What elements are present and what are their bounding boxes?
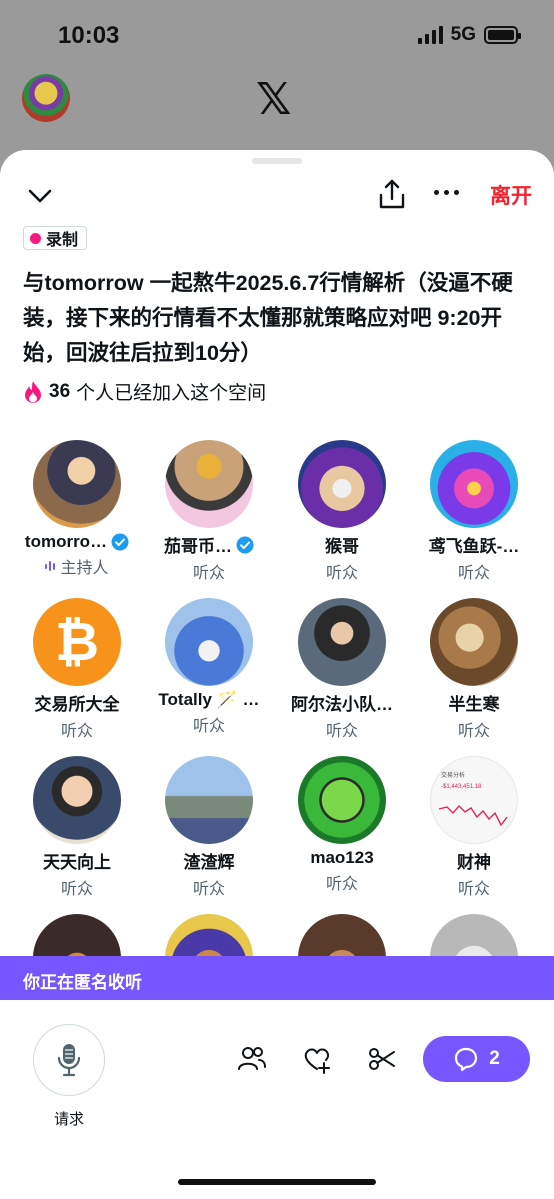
fire-icon xyxy=(25,380,41,403)
avatar xyxy=(33,756,121,844)
stock-chart-thumbnail: 交易分析 -$1,443,451.18 xyxy=(438,771,508,827)
avatar xyxy=(165,440,253,528)
status-time: 10:03 xyxy=(58,22,120,49)
status-bar: 10:03 5G xyxy=(0,0,554,70)
avatar: 交易分析 -$1,443,451.18 xyxy=(430,756,518,844)
participant-role: 听众 xyxy=(192,565,225,582)
participant-name: tomorro… xyxy=(24,532,108,551)
participant-role: 听众 xyxy=(325,565,358,582)
share-icon[interactable] xyxy=(378,178,406,210)
participant-name: 鸢飞鱼跃-… xyxy=(428,537,520,556)
joined-count: 36 xyxy=(49,380,71,402)
comments-button[interactable]: 2 xyxy=(423,1036,530,1082)
avatar xyxy=(298,440,386,528)
participant-role: 听众 xyxy=(457,723,490,740)
avatar xyxy=(430,440,518,528)
chevron-down-icon[interactable] xyxy=(26,182,54,210)
bitcoin-icon: ₿ xyxy=(55,612,99,672)
thumb-title: 交易分析 xyxy=(441,771,465,779)
participant-houge[interactable]: 猴哥 听众 xyxy=(276,440,408,583)
participant-name: 茄哥币… xyxy=(164,537,232,556)
participant-role: 听众 xyxy=(457,881,490,898)
home-indicator xyxy=(178,1179,376,1185)
participant-name: 天天向上 xyxy=(43,853,111,872)
comments-count: 2 xyxy=(489,1048,500,1069)
participant-alpha[interactable]: 阿尔法小队… 听众 xyxy=(276,598,408,741)
participant-name: 交易所大全 xyxy=(34,695,120,714)
anonymous-listening-banner: 你正在匿名收听 xyxy=(0,956,554,1000)
avatar xyxy=(165,756,253,844)
participant-exchange[interactable]: ₿ 交易所大全 听众 xyxy=(11,598,143,741)
audio-wave-icon xyxy=(45,561,56,571)
status-icons: 5G xyxy=(417,24,521,46)
verified-badge-icon xyxy=(236,536,254,553)
participant-role: 听众 xyxy=(60,723,93,740)
people-icon[interactable] xyxy=(237,1044,267,1074)
space-title: 与tomorrow 一起熬牛2025.6.7行情解析（没逼不硬装，接下来的行情看… xyxy=(23,271,513,365)
thumb-value: -$1,443,451.18 xyxy=(441,784,482,790)
bottom-controls: 请求 2 xyxy=(0,1000,554,1199)
network-label: 5G xyxy=(450,24,476,45)
participant-role: 听众 xyxy=(192,718,225,735)
space-topbar: 离开 xyxy=(0,178,554,218)
participant-qiege[interactable]: 茄哥币… 听众 xyxy=(143,440,275,583)
scissors-icon[interactable] xyxy=(367,1044,397,1074)
participant-name: 半生寒 xyxy=(448,695,500,714)
joined-count-row: 36 个人已经加入这个空间 xyxy=(23,378,266,405)
participant-tiantian[interactable]: 天天向上 听众 xyxy=(11,756,143,899)
participant-role: 听众 xyxy=(60,881,93,898)
participant-caishen[interactable]: 交易分析 -$1,443,451.18 财神 听众 xyxy=(408,756,540,899)
profile-avatar[interactable] xyxy=(22,74,70,122)
participant-role: 听众 xyxy=(457,565,490,582)
participant-tomorrow[interactable]: tomorro… 主持人 xyxy=(11,440,143,578)
participant-mao123[interactable]: mao123 听众 xyxy=(276,756,408,894)
avatar xyxy=(298,598,386,686)
request-mic-button[interactable] xyxy=(33,1024,105,1096)
microphone-icon xyxy=(57,1044,81,1077)
participant-totally[interactable]: Totally 🪄 … 听众 xyxy=(143,598,275,736)
chat-bubble-icon xyxy=(455,1047,478,1072)
participant-yuanfei[interactable]: 鸢飞鱼跃-… 听众 xyxy=(408,440,540,583)
avatar xyxy=(165,598,253,686)
avatar: ₿ xyxy=(33,598,121,686)
sheet-grabber[interactable] xyxy=(252,158,302,164)
participant-role: 听众 xyxy=(325,876,358,893)
participant-role: 听众 xyxy=(325,723,358,740)
signal-icon xyxy=(417,26,443,44)
avatar xyxy=(33,440,121,528)
participant-name: 阿尔法小队… xyxy=(291,695,393,714)
recording-label: 录制 xyxy=(46,232,79,249)
leave-button[interactable]: 离开 xyxy=(490,180,532,210)
participant-role: 听众 xyxy=(192,881,225,898)
avatar xyxy=(298,756,386,844)
participant-name: Totally 🪄 … xyxy=(158,690,260,709)
participant-name: 猴哥 xyxy=(325,537,359,556)
participant-name: mao123 xyxy=(310,848,374,867)
avatar xyxy=(430,598,518,686)
participant-name: 渣渣辉 xyxy=(183,853,235,872)
participant-zhazhahui[interactable]: 渣渣辉 听众 xyxy=(143,756,275,899)
participant-banshenghan[interactable]: 半生寒 听众 xyxy=(408,598,540,741)
more-options-icon[interactable] xyxy=(434,190,459,195)
x-logo-icon: 𝕏 xyxy=(256,75,292,124)
verified-badge-icon xyxy=(111,533,129,551)
participant-role: 主持人 xyxy=(60,560,109,577)
participant-name: 财神 xyxy=(457,853,491,872)
svg-text:₿: ₿ xyxy=(55,612,99,672)
space-sheet: 离开 录制 与tomorrow 一起熬牛2025.6.7行情解析（没逼不硬装，接… xyxy=(0,150,554,1199)
recording-badge: 录制 xyxy=(23,226,88,250)
battery-icon xyxy=(484,26,521,44)
request-label: 请求 xyxy=(53,1111,84,1128)
heart-plus-icon[interactable] xyxy=(302,1044,332,1074)
record-dot-icon xyxy=(30,232,41,244)
joined-text: 个人已经加入这个空间 xyxy=(76,383,267,404)
